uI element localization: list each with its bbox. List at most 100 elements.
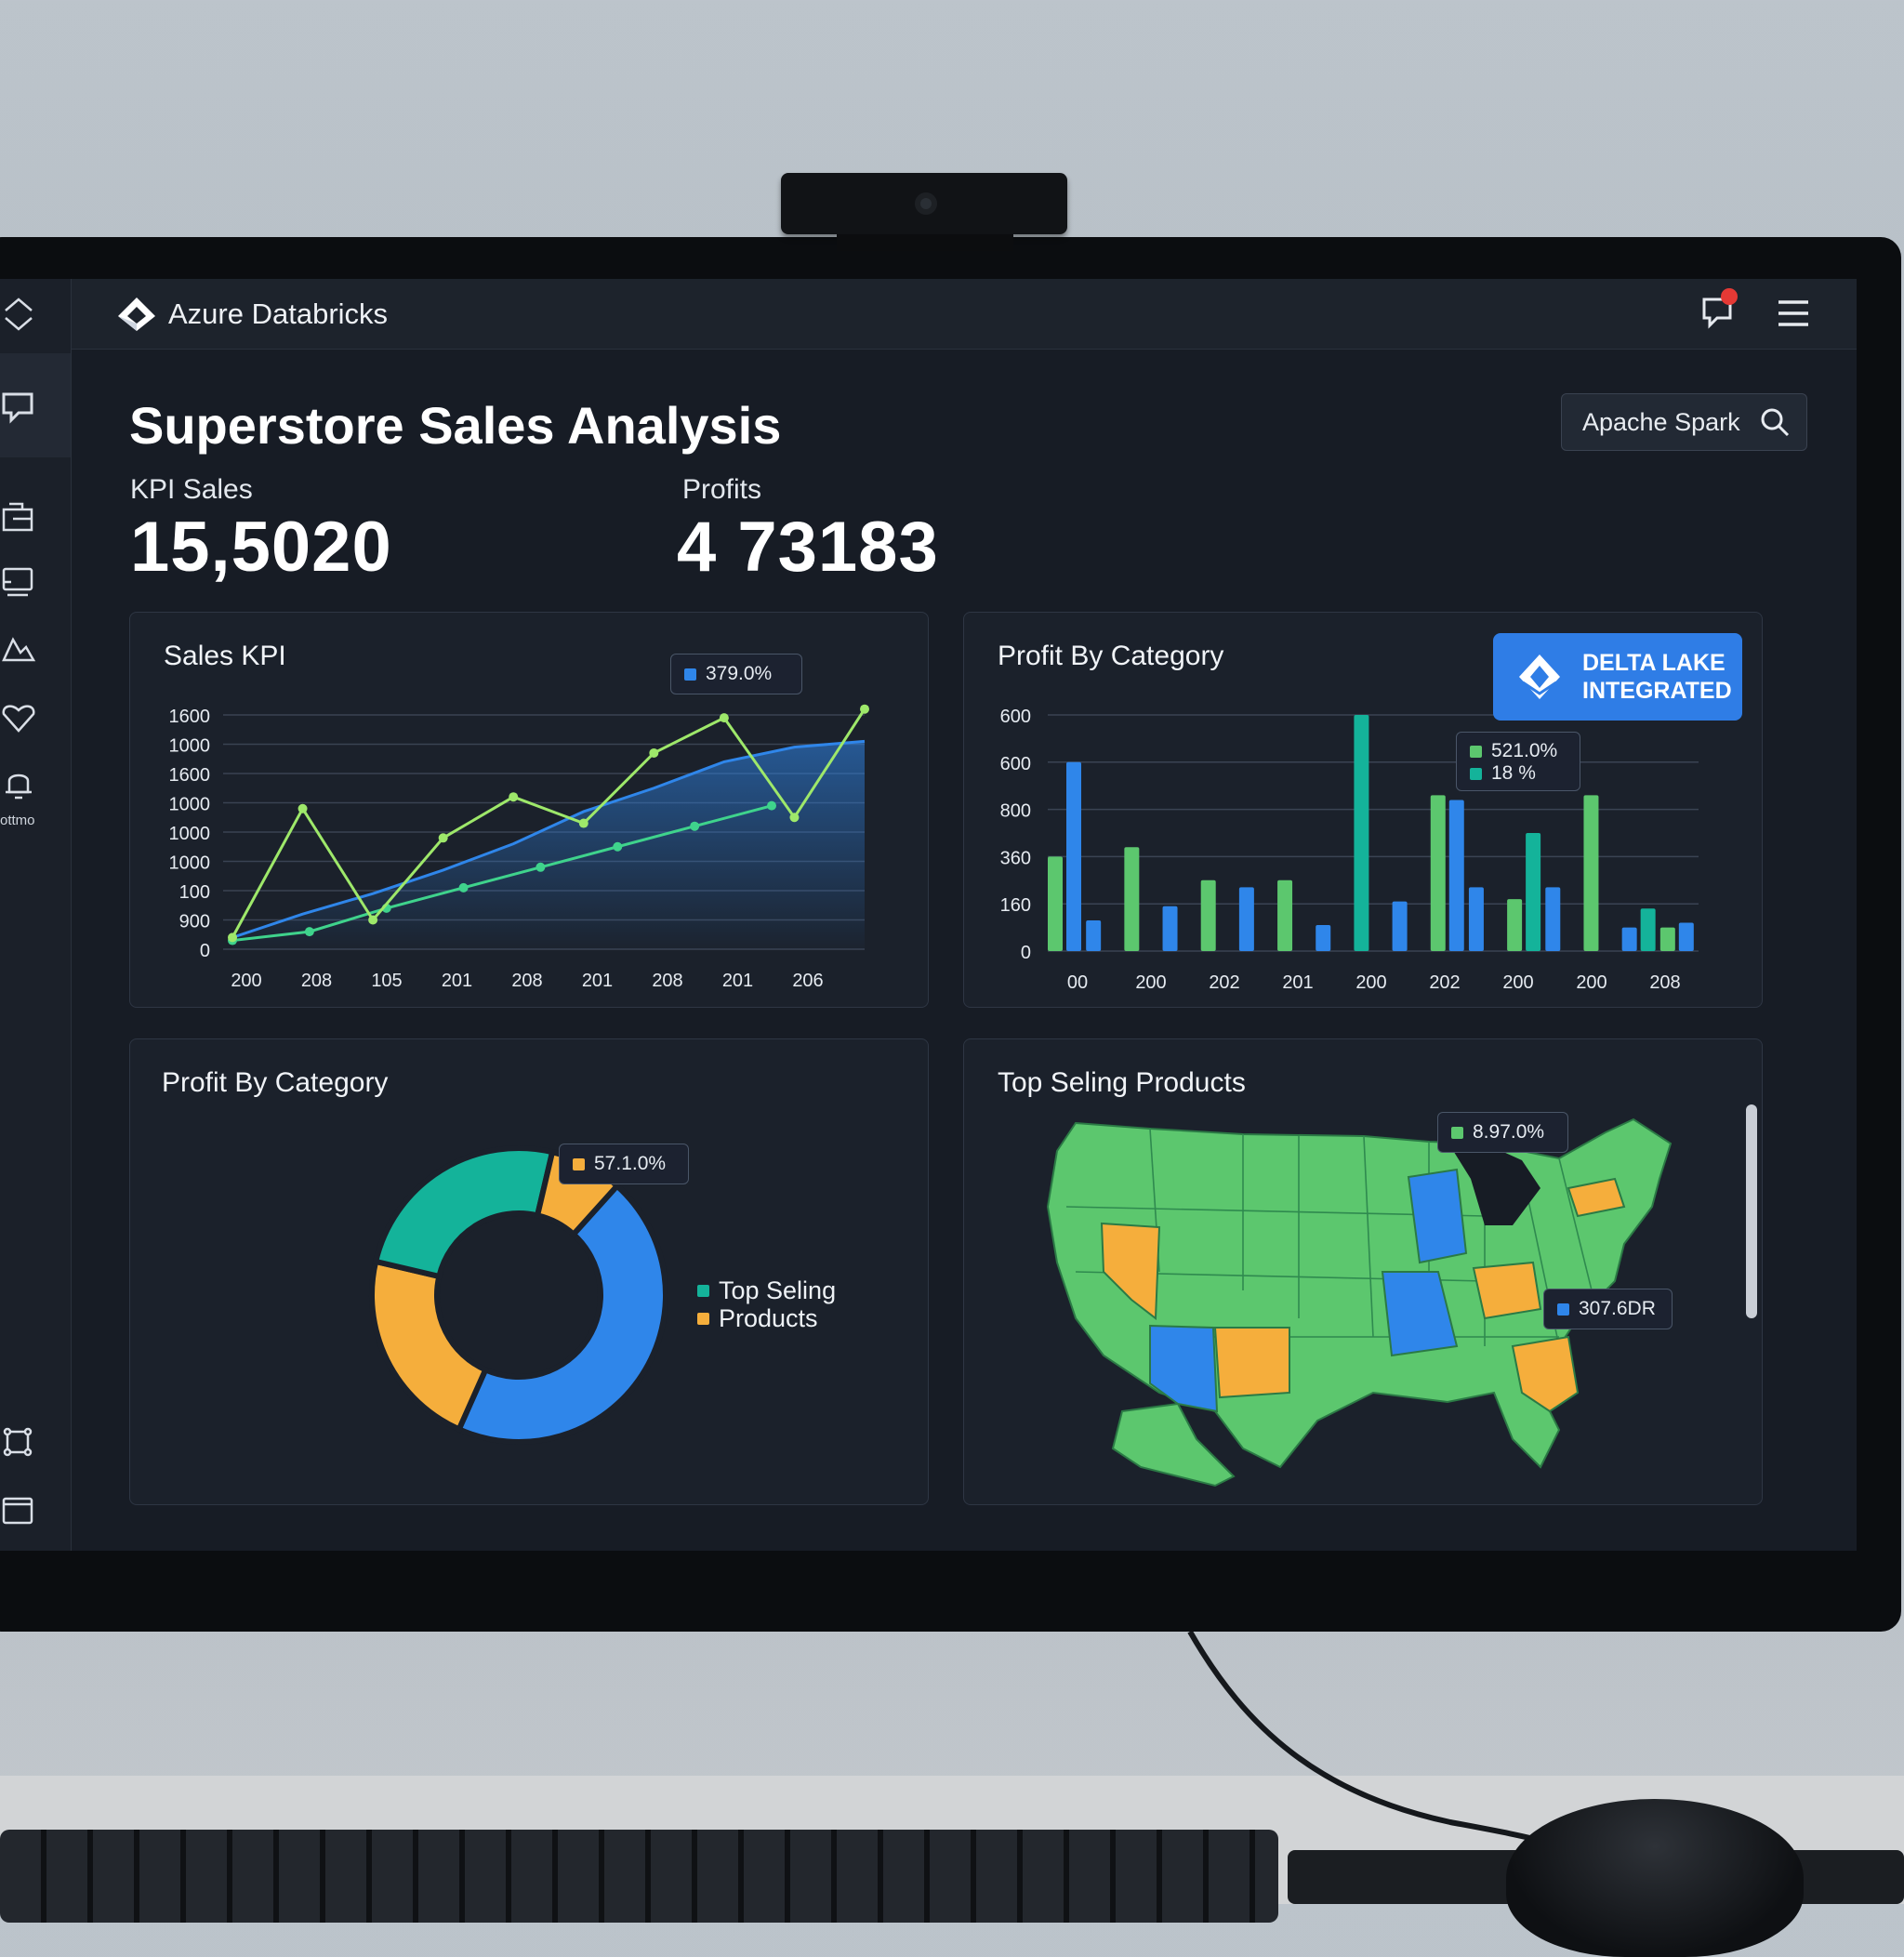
sales-data-point — [767, 800, 776, 811]
profit-bar-y-tick-label: 360 — [1000, 848, 1031, 868]
sales-y-tick-label: 1600 — [169, 707, 211, 727]
donut-slice — [369, 1258, 490, 1434]
sidebar-item-cloud-icon[interactable] — [0, 630, 37, 668]
sidebar: ottmo — [0, 279, 72, 1551]
sales-kpi-tooltip-text: 379.0% — [706, 663, 773, 684]
sales-y-tick-label: 100 — [179, 882, 210, 903]
legend-swatch-orange — [697, 1312, 709, 1325]
hamburger-menu-icon[interactable] — [1777, 298, 1810, 329]
notification-badge — [1721, 288, 1738, 305]
profit-bar-y-tick-label: 800 — [1000, 801, 1031, 822]
profit-bar — [1238, 887, 1254, 951]
sales-kpi-chart: 0 900 100 1000 1000 1000 1600 1000 1600 200 208 105… — [169, 704, 869, 991]
profit-bar — [1468, 887, 1484, 951]
profit-bar — [1659, 927, 1675, 951]
map-region-blue-north — [1407, 1168, 1468, 1264]
tooltip-swatch-blue-map — [1557, 1302, 1569, 1316]
sales-kpi-tooltip: 379.0% — [670, 654, 802, 694]
donut-slice — [372, 1145, 556, 1280]
webcam — [781, 173, 1067, 234]
profit-bar-y-tick-label: 0 — [1021, 943, 1031, 963]
profit-bar-x-tick-label: 200 — [1135, 972, 1166, 993]
map-region-orange-southwest — [1213, 1327, 1290, 1399]
profit-donut-tooltip: 57.1.0% — [559, 1144, 689, 1184]
screen: ottmo Azure Databricks Superstore Sales … — [0, 279, 1857, 1551]
sales-y-tick-label: 900 — [179, 912, 210, 932]
delta-lake-line1: DELTA LAKE — [1582, 650, 1726, 676]
sidebar-item-chat-icon[interactable] — [0, 389, 37, 426]
profit-bar-x-tick-label: 200 — [1355, 972, 1386, 993]
tooltip-swatch-teal — [1470, 767, 1482, 780]
sidebar-item-folder-icon[interactable] — [0, 498, 37, 536]
sidebar-item-window-icon[interactable] — [0, 1491, 37, 1528]
sales-data-point — [228, 932, 237, 943]
sidebar-item-heart-icon[interactable] — [0, 699, 37, 736]
profit-bar-y-tick-label: 600 — [1000, 754, 1031, 774]
sales-data-point — [649, 747, 659, 758]
donut-legend: Top Seling Products — [697, 1276, 836, 1332]
map-region-orange-midwest — [1472, 1261, 1542, 1320]
keyboard — [0, 1830, 1278, 1923]
webcam-clip — [837, 234, 1013, 251]
brand[interactable]: Azure Databricks — [116, 296, 388, 333]
profit-bar-y-tick-label: 600 — [1000, 707, 1031, 727]
profit-bar — [1678, 922, 1694, 951]
sales-data-point — [509, 792, 519, 802]
profit-donut-tooltip-text: 57.1.0% — [594, 1153, 667, 1174]
map-tooltip-2-text: 307.6DR — [1579, 1298, 1656, 1319]
sales-kpi-panel: Sales KPI 0 900 100 1000 1000 1000 1600 1000 160… — [129, 612, 929, 1008]
profit-bar — [1162, 906, 1178, 951]
legend-item-top-selling: Top Seling — [697, 1276, 836, 1304]
profit-bar-x-tick-label: 202 — [1429, 972, 1460, 993]
profit-bar-tooltip-line2: 18 % — [1491, 762, 1536, 784]
profit-bar-x-tick-label: 208 — [1649, 972, 1680, 993]
profit-bar-x-tick-label: 00 — [1067, 972, 1088, 993]
map-region-blue-southwest — [1149, 1324, 1219, 1413]
tooltip-swatch-orange — [573, 1157, 585, 1170]
map-tooltip-1-text: 8.97.0% — [1473, 1121, 1545, 1143]
search-icon[interactable] — [1759, 406, 1791, 438]
kpi-profits-value: 4 73183 — [677, 508, 939, 587]
legend-line2: Products — [719, 1304, 818, 1332]
sales-data-point — [578, 818, 588, 828]
sales-data-point — [690, 821, 700, 831]
sales-y-tick-label: 1000 — [169, 853, 211, 874]
sales-data-point — [298, 803, 308, 813]
sales-data-point — [438, 833, 448, 843]
sidebar-item-monitor-icon[interactable] — [0, 563, 37, 601]
kpi-sales-value: 15,5020 — [130, 508, 392, 587]
kpi-profits-label: Profits — [682, 474, 762, 505]
tooltip-swatch — [684, 668, 696, 681]
profit-donut-panel: Profit By Category 57.1.0% Top Seling Pr… — [129, 1038, 929, 1505]
sales-x-tick-label: 201 — [442, 971, 472, 991]
sales-data-point — [368, 915, 378, 925]
profit-bar-y-tick-label: 160 — [1000, 895, 1031, 916]
databricks-logo-icon — [118, 298, 155, 331]
profit-bar — [1621, 927, 1637, 951]
tooltip-swatch-green — [1470, 745, 1482, 758]
sidebar-item-bell-icon[interactable] — [0, 766, 37, 803]
search-value[interactable]: Apache Spark — [1582, 408, 1740, 437]
profit-bar — [1066, 761, 1081, 951]
sidebar-item-network-icon[interactable] — [0, 1424, 37, 1461]
page-title: Superstore Sales Analysis — [129, 396, 782, 455]
search-box[interactable]: Apache Spark — [1561, 393, 1807, 451]
sales-x-tick-label: 208 — [301, 971, 332, 991]
delta-lake-line2: INTEGRATED — [1582, 678, 1732, 704]
notifications-icon[interactable] — [1700, 288, 1738, 331]
brand-name: Azure Databricks — [168, 298, 389, 330]
map-region-alaska — [1111, 1402, 1236, 1488]
legend-line1: Top Seling — [719, 1276, 837, 1304]
profit-bar — [1048, 856, 1063, 951]
sidebar-toggle-icon[interactable] — [0, 296, 37, 333]
top-bar: Azure Databricks — [72, 279, 1857, 350]
profit-bar — [1086, 919, 1102, 951]
profit-bar — [1316, 925, 1331, 951]
sales-data-point — [719, 713, 729, 723]
map-scrollbar[interactable] — [1746, 1104, 1757, 1318]
delta-lake-badge[interactable]: DELTA LAKE INTEGRATED — [1493, 633, 1742, 721]
profit-bar — [1507, 899, 1523, 951]
sales-x-tick-label: 201 — [582, 971, 613, 991]
us-map[interactable] — [964, 1039, 1762, 1504]
sales-x-tick-label: 208 — [652, 971, 682, 991]
